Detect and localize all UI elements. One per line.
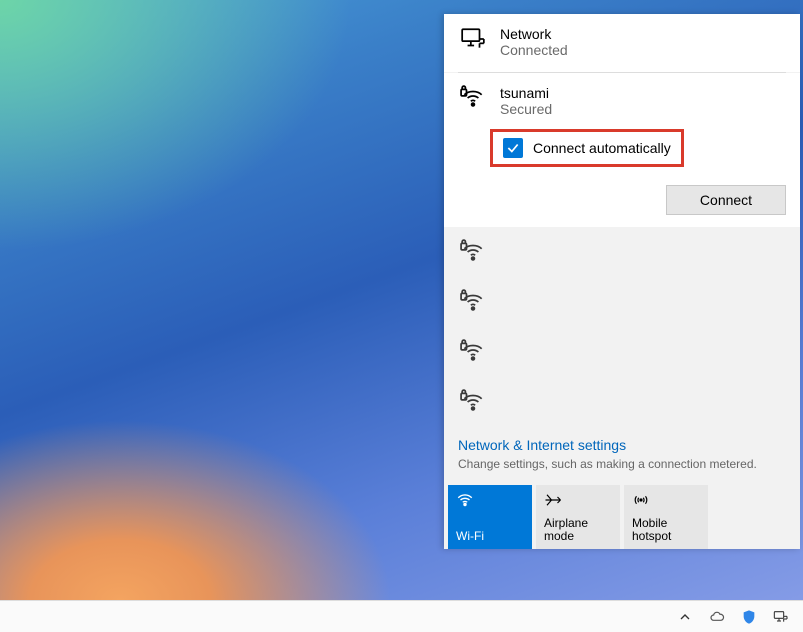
selected-ssid: tsunami — [500, 85, 552, 101]
tile-hotspot-label: Mobile hotspot — [632, 517, 700, 543]
windows-security-shield-icon[interactable] — [741, 609, 757, 625]
connect-automatically-label: Connect automatically — [533, 140, 671, 156]
wifi-secured-icon — [460, 289, 486, 315]
network-title: Network — [500, 26, 568, 42]
tile-wifi[interactable]: Wi-Fi — [448, 485, 532, 549]
tile-airplane-label: Airplane mode — [544, 517, 612, 543]
connect-button[interactable]: Connect — [666, 185, 786, 215]
network-flyout: Network Connected tsunam — [444, 14, 800, 549]
tile-wifi-label: Wi-Fi — [456, 530, 524, 543]
wifi-icon — [456, 491, 524, 509]
tray-chevron-up-icon[interactable] — [677, 609, 693, 625]
wifi-network-item[interactable] — [444, 277, 800, 327]
network-settings-description: Change settings, such as making a connec… — [444, 455, 800, 481]
tile-airplane[interactable]: Airplane mode — [536, 485, 620, 549]
monitor-network-icon — [460, 26, 486, 52]
wifi-secured-icon — [460, 339, 486, 365]
connect-automatically-checkbox[interactable] — [503, 138, 523, 158]
network-status: Connected — [500, 42, 568, 58]
network-header: Network Connected — [444, 14, 800, 72]
network-tray-icon[interactable] — [773, 609, 789, 625]
connect-automatically-row[interactable]: Connect automatically — [490, 129, 684, 167]
network-settings-link[interactable]: Network & Internet settings — [458, 437, 626, 453]
wifi-secured-icon — [460, 239, 486, 265]
onedrive-cloud-icon[interactable] — [709, 609, 725, 625]
selected-security: Secured — [500, 101, 552, 117]
wifi-network-item[interactable] — [444, 227, 800, 277]
taskbar — [0, 600, 803, 632]
selected-network[interactable]: tsunami Secured Connect automatically — [444, 73, 800, 181]
other-networks-list — [444, 227, 800, 427]
wifi-secured-icon — [460, 389, 486, 415]
quick-tiles: Wi-Fi Airplane mode Mobile hotspot — [444, 481, 800, 549]
connect-row: Connect — [444, 181, 800, 227]
tile-hotspot[interactable]: Mobile hotspot — [624, 485, 708, 549]
wifi-network-item[interactable] — [444, 327, 800, 377]
hotspot-icon — [632, 491, 700, 509]
wifi-network-item[interactable] — [444, 377, 800, 427]
airplane-icon — [544, 491, 612, 509]
wifi-secured-icon — [460, 85, 486, 111]
